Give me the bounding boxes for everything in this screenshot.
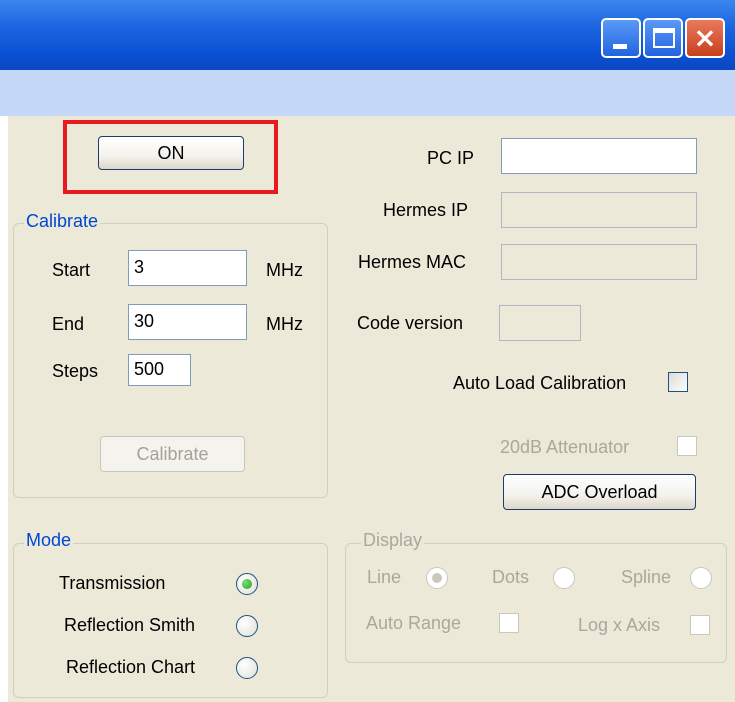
minimize-icon (613, 44, 627, 49)
display-spline-label: Spline (621, 567, 672, 587)
mode-reflection-chart-label: Reflection Chart (66, 657, 196, 677)
start-unit-label: MHz (266, 260, 303, 280)
mode-reflection-smith-label: Reflection Smith (64, 615, 196, 635)
display-group (345, 543, 727, 663)
minimize-button[interactable] (601, 18, 641, 58)
radio-selected-dot (242, 579, 252, 589)
hermes-ip-field (501, 192, 697, 228)
auto-range-label: Auto Range (366, 613, 462, 633)
pc-ip-label: PC IP (427, 148, 475, 168)
attenuator-label: 20dB Attenuator (500, 437, 630, 457)
display-line-label: Line (367, 567, 402, 587)
display-dots-radio[interactable] (553, 567, 575, 589)
hermes-mac-field (501, 244, 697, 280)
maximize-icon (653, 28, 675, 48)
end-label: End (52, 314, 85, 334)
client-area: ON Calibrate Start 3 MHz End 30 MHz Step… (8, 116, 735, 702)
mode-reflection-chart-radio[interactable] (236, 657, 258, 679)
end-input[interactable]: 30 (128, 304, 247, 340)
attenuator-checkbox[interactable] (677, 436, 697, 456)
display-group-title: Display (361, 530, 425, 551)
log-x-axis-checkbox[interactable] (690, 615, 710, 635)
end-unit-label: MHz (266, 314, 303, 334)
display-spline-radio[interactable] (690, 567, 712, 589)
start-input[interactable]: 3 (128, 250, 247, 286)
mode-transmission-radio[interactable] (236, 573, 258, 595)
display-line-radio[interactable] (426, 567, 448, 589)
calibrate-button[interactable]: Calibrate (100, 436, 245, 472)
steps-label: Steps (52, 361, 99, 381)
mode-group-title: Mode (24, 530, 74, 551)
pc-ip-input[interactable] (501, 138, 697, 174)
auto-load-calibration-label: Auto Load Calibration (453, 373, 627, 393)
calibrate-group-title: Calibrate (24, 211, 101, 232)
auto-range-checkbox[interactable] (499, 613, 519, 633)
auto-load-calibration-checkbox[interactable] (668, 372, 688, 392)
start-label: Start (52, 260, 91, 280)
hermes-ip-label: Hermes IP (383, 200, 469, 220)
adc-overload-button[interactable]: ADC Overload (503, 474, 696, 510)
steps-input[interactable]: 500 (128, 354, 191, 386)
mode-transmission-label: Transmission (59, 573, 166, 593)
maximize-button[interactable] (643, 18, 683, 58)
hermes-mac-label: Hermes MAC (358, 252, 467, 272)
on-button[interactable]: ON (98, 136, 244, 170)
title-bar: × (0, 0, 735, 70)
code-version-field (499, 305, 581, 341)
radio-selected-dot (432, 573, 442, 583)
menu-strip (0, 70, 735, 116)
code-version-label: Code version (357, 313, 464, 333)
close-button[interactable]: × (685, 18, 725, 58)
log-x-axis-label: Log x Axis (578, 615, 661, 635)
display-dots-label: Dots (492, 567, 530, 587)
close-icon: × (693, 21, 717, 54)
mode-reflection-smith-radio[interactable] (236, 615, 258, 637)
